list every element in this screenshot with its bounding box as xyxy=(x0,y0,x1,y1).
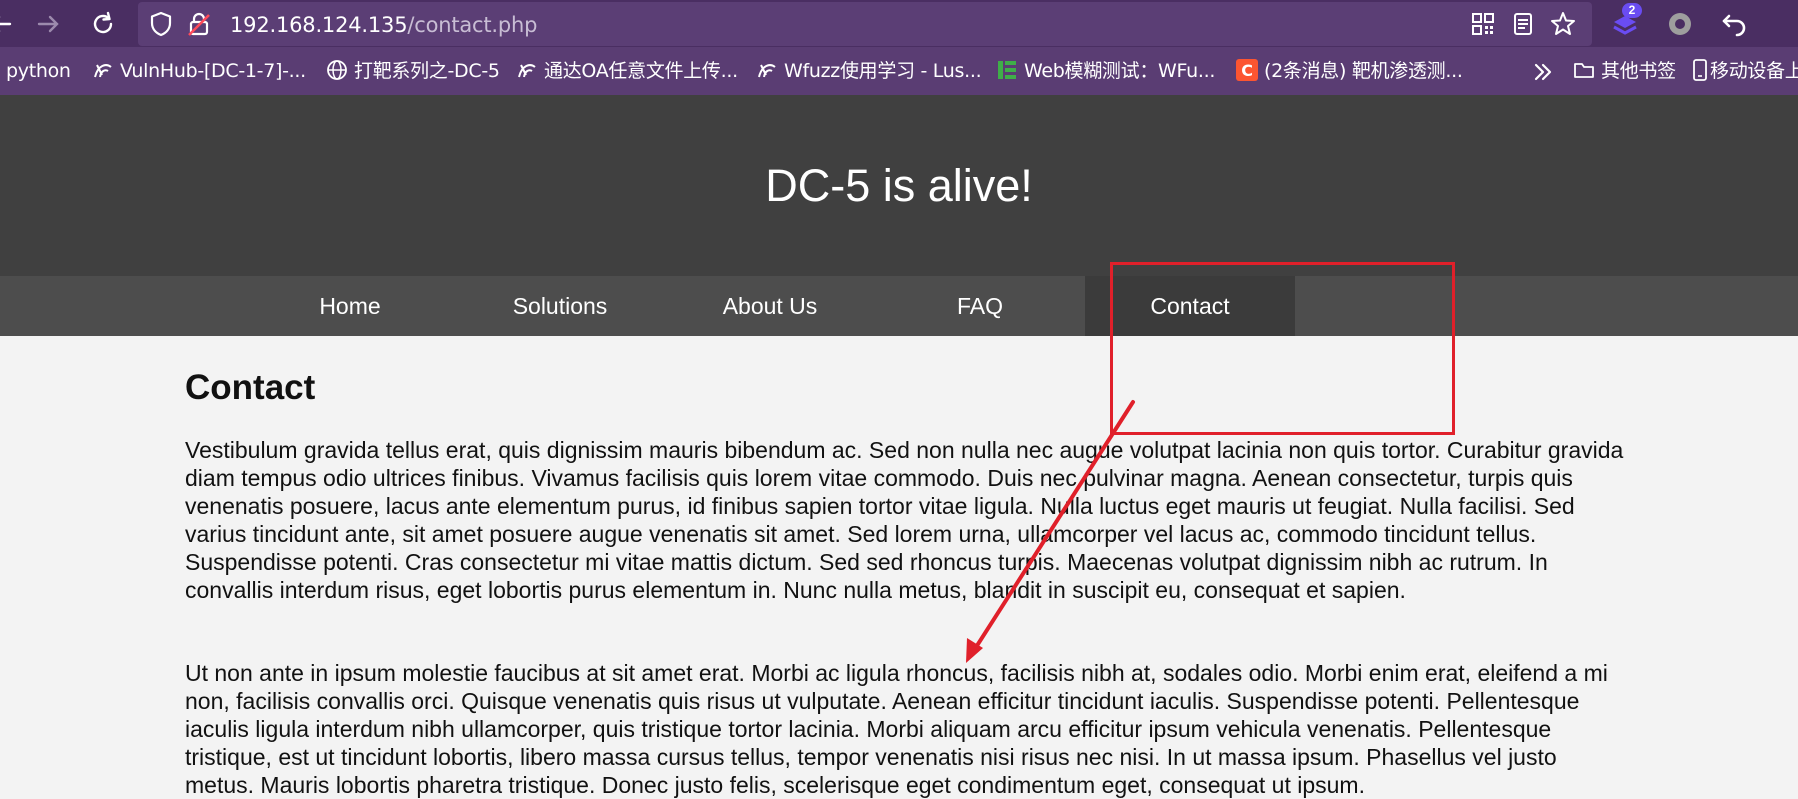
paragraph: Vestibulum gravida tellus erat, quis dig… xyxy=(185,437,1624,603)
bookmark-tongda[interactable]: 通达OA任意文件上传... xyxy=(516,59,738,83)
annotation-highlight-box xyxy=(1110,262,1455,435)
shield-icon[interactable] xyxy=(146,9,176,39)
svg-text:C: C xyxy=(1241,61,1252,80)
reload-icon[interactable] xyxy=(88,9,118,39)
url-text[interactable]: 192.168.124.135/contact.php xyxy=(230,13,537,37)
nav-faq[interactable]: FAQ xyxy=(875,276,1085,336)
vulnhub-icon xyxy=(94,64,112,78)
bookmark-python[interactable]: python xyxy=(6,59,71,83)
site-title: DC-5 is alive! xyxy=(765,160,1033,211)
mobile-icon xyxy=(1693,59,1707,81)
bookmark-vulnhub[interactable]: VulnHub-[DC-1-7]-... xyxy=(92,59,306,83)
undo-icon[interactable] xyxy=(1720,9,1750,39)
extension-badge: 2 xyxy=(1622,3,1642,18)
vulnhub-icon xyxy=(758,64,776,78)
vulnhub-icon xyxy=(518,64,536,78)
bookmark-label: VulnHub-[DC-1-7]-... xyxy=(120,60,306,82)
qr-code-icon[interactable] xyxy=(1468,9,1498,39)
paragraph: Ut non ante in ipsum molestie faucibus a… xyxy=(185,660,1608,798)
forward-icon[interactable] xyxy=(33,9,63,39)
bookmark-dc5[interactable]: 打靶系列之-DC-5 xyxy=(326,59,500,83)
bookmark-label: 移动设备上 xyxy=(1710,60,1798,82)
bookmark-mobile[interactable]: 移动设备上 xyxy=(1692,59,1798,83)
globe-icon xyxy=(327,60,347,80)
bookmark-label: 通达OA任意文件上传... xyxy=(544,60,738,82)
bookmarks-bar: python VulnHub-[DC-1-7]-... 打靶系列之-DC-5 通… xyxy=(0,47,1798,95)
bookmark-label: Wfuzz使用学习 - Lus... xyxy=(784,60,982,82)
site-nav: Home Solutions About Us FAQ Contact xyxy=(0,276,1798,336)
url-host: 192.168.124.135 xyxy=(230,13,408,37)
bookmark-label: Web模糊测试：WFu... xyxy=(1024,60,1216,82)
bookmark-wfuzz[interactable]: Wfuzz使用学习 - Lus... xyxy=(756,59,982,83)
address-bar[interactable]: 192.168.124.135/contact.php xyxy=(138,2,1592,46)
chevron-double-right-icon[interactable] xyxy=(1528,57,1558,87)
csdn-icon: C xyxy=(1236,59,1258,81)
nav-about-us[interactable]: About Us xyxy=(665,276,875,336)
profile-icon[interactable] xyxy=(1665,9,1695,39)
nav-solutions[interactable]: Solutions xyxy=(455,276,665,336)
nav-label: About Us xyxy=(722,293,818,319)
bookmark-label: 其他书签 xyxy=(1601,60,1676,82)
browser-toolbar: 192.168.124.135/contact.php 2 xyxy=(0,0,1798,47)
back-icon[interactable] xyxy=(0,9,16,39)
url-path: /contact.php xyxy=(407,13,538,37)
bookmark-label: python xyxy=(6,60,71,82)
nav-home[interactable]: Home xyxy=(245,276,455,336)
folder-icon xyxy=(1574,63,1594,78)
bookmark-star-icon[interactable] xyxy=(1548,9,1578,39)
nav-label: Home xyxy=(319,293,381,319)
insecure-lock-icon[interactable] xyxy=(184,9,214,39)
site-header: DC-5 is alive! xyxy=(0,95,1798,276)
reader-mode-icon[interactable] xyxy=(1508,9,1538,39)
bookmark-web-fuzz[interactable]: Web模糊测试：WFu... xyxy=(996,59,1215,83)
nav-label: Solutions xyxy=(512,293,608,319)
bookmark-label: (2条消息) 靶机渗透测... xyxy=(1264,60,1463,82)
bookmark-other[interactable]: 其他书签 xyxy=(1573,59,1676,83)
green-bars-icon xyxy=(998,61,1016,79)
nav-label: FAQ xyxy=(956,293,1003,319)
bookmark-label: 打靶系列之-DC-5 xyxy=(354,60,500,82)
bookmark-csdn[interactable]: C (2条消息) 靶机渗透测... xyxy=(1236,59,1463,83)
